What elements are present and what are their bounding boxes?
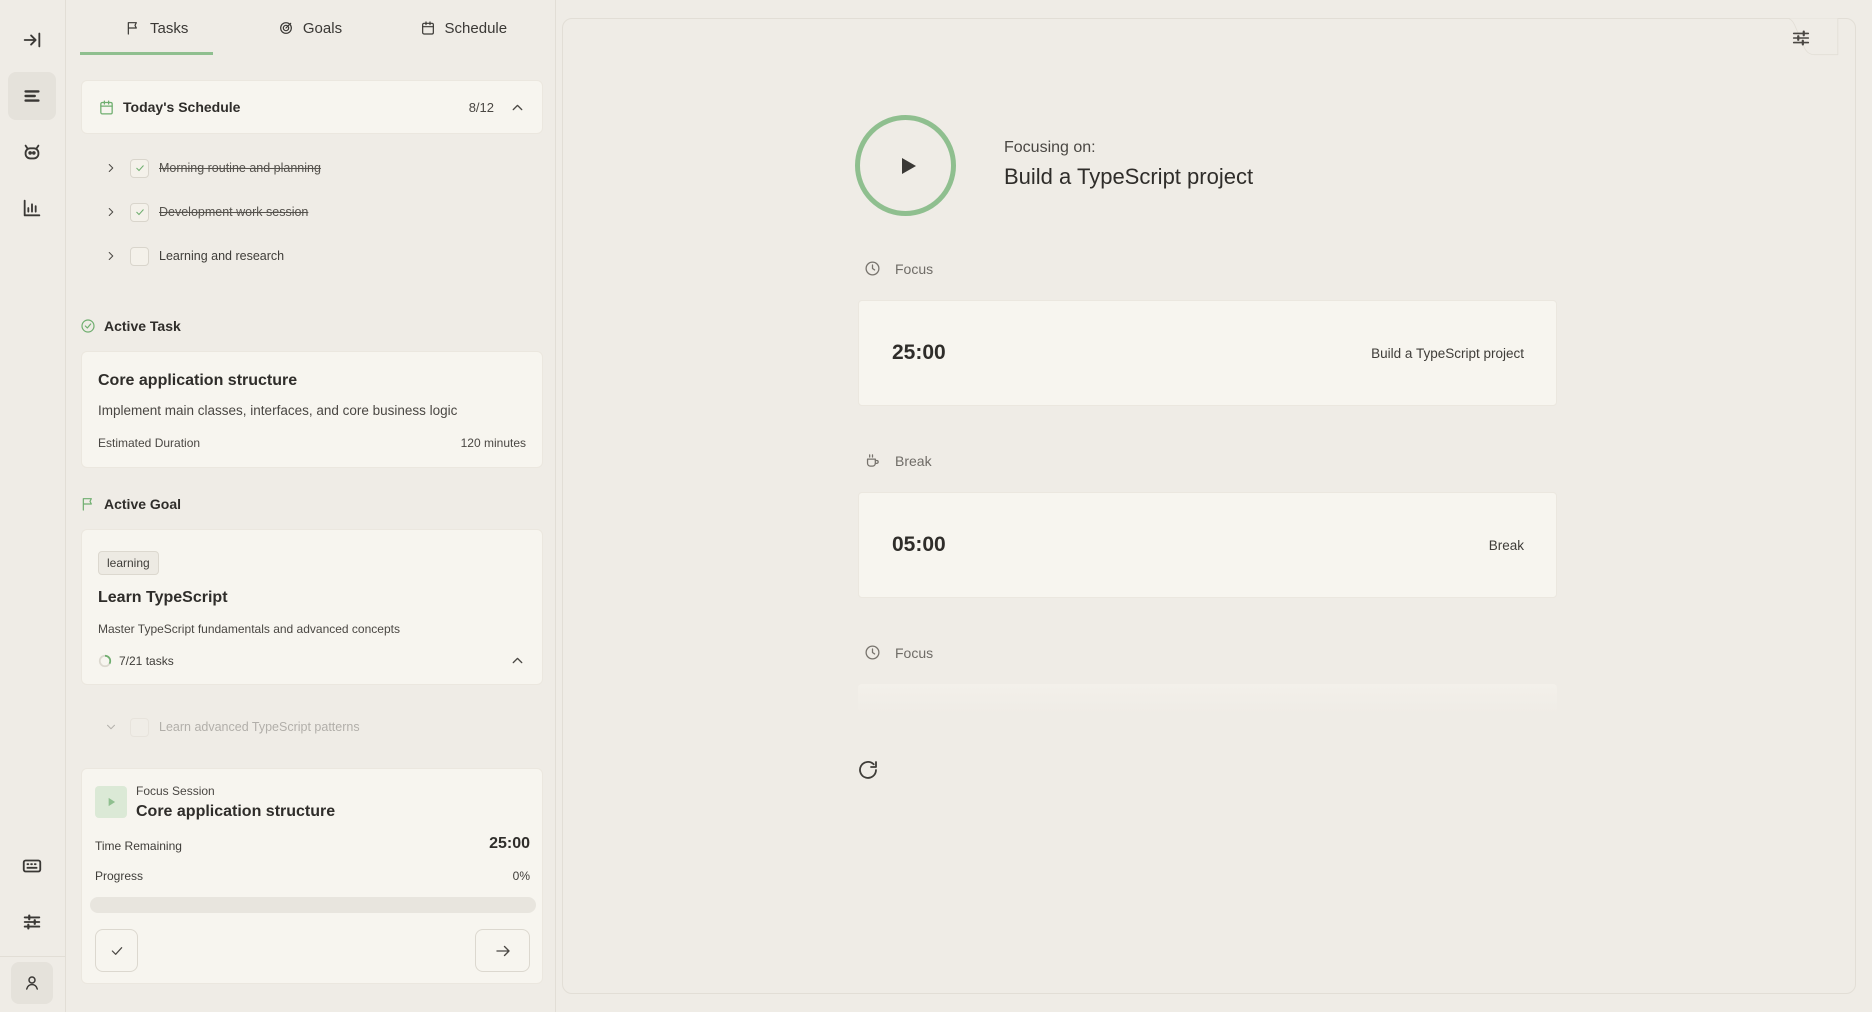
tab-label: Tasks xyxy=(149,19,189,37)
complete-button[interactable] xyxy=(95,929,138,972)
chevron-down-icon[interactable] xyxy=(104,720,118,734)
segment-heading: Focus xyxy=(864,260,933,277)
expand-sidebar-icon[interactable] xyxy=(8,16,56,64)
schedule-item[interactable]: Development work session xyxy=(104,199,308,225)
next-segment-card-fade xyxy=(858,684,1557,714)
segment-time: 05:00 xyxy=(892,533,946,556)
chevron-up-icon[interactable] xyxy=(509,99,526,116)
segment-heading: Break xyxy=(864,452,932,469)
schedule-header[interactable]: Today's Schedule 8/12 xyxy=(81,80,543,134)
goal-progress-text: 7/21 tasks xyxy=(119,654,174,668)
focus-session-card: Focus Session Core application structure… xyxy=(81,768,543,984)
segment-note: Build a TypeScript project xyxy=(1371,346,1524,361)
schedule-checkbox[interactable] xyxy=(130,246,149,266)
duration-value: 120 minutes xyxy=(460,436,526,450)
check-icon xyxy=(135,209,144,216)
chevron-right-icon[interactable] xyxy=(104,205,118,219)
check-circle-icon xyxy=(81,319,95,333)
schedule-item-label: Morning routine and planning xyxy=(159,161,321,175)
segment-type: Focus xyxy=(895,644,934,661)
tab-tasks[interactable]: Tasks xyxy=(80,0,233,56)
play-icon xyxy=(108,797,116,807)
active-task-card[interactable]: Core application structure Implement mai… xyxy=(81,351,543,468)
progress-label: Progress xyxy=(95,869,144,883)
check-icon xyxy=(135,165,144,172)
progress-ring-icon xyxy=(98,654,112,668)
arrow-right-icon xyxy=(495,945,510,956)
stats-chart-icon[interactable] xyxy=(8,184,56,232)
active-goal-heading: Active Goal xyxy=(80,496,181,512)
clock-icon xyxy=(865,645,880,660)
segment-time: 25:00 xyxy=(892,341,946,364)
focus-session-title: Core application structure xyxy=(136,803,336,820)
panel-tabs: Tasks Goals Schedule xyxy=(80,0,540,56)
session-progress-bar xyxy=(90,897,536,913)
check-icon xyxy=(111,946,122,955)
user-avatar-icon[interactable] xyxy=(11,962,53,1004)
focus-timer-card[interactable]: 25:00 Build a TypeScript project xyxy=(858,300,1557,406)
subtask-label: Learn advanced TypeScript patterns xyxy=(159,720,360,734)
active-task-description: Implement main classes, interfaces, and … xyxy=(98,403,458,418)
calendar-icon xyxy=(421,21,434,35)
settings-sliders-icon[interactable] xyxy=(8,898,56,946)
active-task-heading-label: Active Task xyxy=(104,318,181,334)
chevron-up-icon[interactable] xyxy=(509,652,526,669)
goal-subtask-item[interactable]: Learn advanced TypeScript patterns xyxy=(104,714,360,740)
clock-icon xyxy=(865,261,880,276)
schedule-title: Today's Schedule xyxy=(123,99,241,115)
schedule-count: 8/12 xyxy=(468,100,494,115)
reset-icon[interactable] xyxy=(856,758,880,782)
flag-icon xyxy=(82,498,92,511)
goal-description: Master TypeScript fundamentals and advan… xyxy=(98,622,400,636)
target-icon xyxy=(279,22,292,34)
active-goal-heading-label: Active Goal xyxy=(104,496,182,512)
tab-goals[interactable]: Goals xyxy=(233,0,386,56)
coffee-icon xyxy=(866,454,879,467)
tasks-view-icon[interactable] xyxy=(8,72,56,120)
subtask-checkbox[interactable] xyxy=(130,717,149,737)
progress-value: 0% xyxy=(512,869,530,883)
chevron-right-icon[interactable] xyxy=(104,161,118,175)
goal-title: Learn TypeScript xyxy=(98,589,228,606)
bot-icon[interactable] xyxy=(8,128,56,176)
schedule-item-label: Learning and research xyxy=(159,249,285,263)
tab-schedule[interactable]: Schedule xyxy=(387,0,540,56)
start-focus-button[interactable] xyxy=(855,115,956,216)
goal-tag: learning xyxy=(98,551,159,575)
break-timer-card[interactable]: 05:00 Break xyxy=(858,492,1557,598)
next-button[interactable] xyxy=(475,929,530,972)
schedule-item[interactable]: Morning routine and planning xyxy=(104,155,321,181)
active-task-heading: Active Task xyxy=(80,318,181,334)
segment-type: Focus xyxy=(895,260,934,277)
tab-label: Schedule xyxy=(444,19,508,37)
time-remaining-label: Time Remaining xyxy=(95,839,182,853)
focusing-label: Focusing on: xyxy=(1004,139,1096,156)
calendar-icon xyxy=(100,100,113,115)
active-goal-card[interactable]: learning Learn TypeScript Master TypeScr… xyxy=(81,529,543,685)
schedule-item-label: Development work session xyxy=(159,205,309,219)
duration-label: Estimated Duration xyxy=(98,436,201,450)
focus-session-label: Focus Session xyxy=(136,784,215,798)
schedule-checkbox[interactable] xyxy=(130,202,149,222)
settings-sliders-icon[interactable] xyxy=(1790,27,1812,49)
segment-note: Break xyxy=(1488,538,1524,553)
segment-heading: Focus xyxy=(864,644,933,661)
flag-icon xyxy=(127,22,137,35)
schedule-checkbox[interactable] xyxy=(130,158,149,178)
active-task-title: Core application structure xyxy=(98,372,298,389)
segment-type: Break xyxy=(895,452,932,469)
keyboard-icon[interactable] xyxy=(8,842,56,890)
schedule-item[interactable]: Learning and research xyxy=(104,243,284,269)
play-button[interactable] xyxy=(95,786,127,818)
icon-rail xyxy=(0,0,66,1012)
play-icon xyxy=(901,157,916,174)
tab-label: Goals xyxy=(302,19,343,37)
chevron-right-icon[interactable] xyxy=(104,249,118,263)
focusing-title: Build a TypeScript project xyxy=(1004,164,1254,189)
time-remaining-value: 25:00 xyxy=(489,835,530,852)
